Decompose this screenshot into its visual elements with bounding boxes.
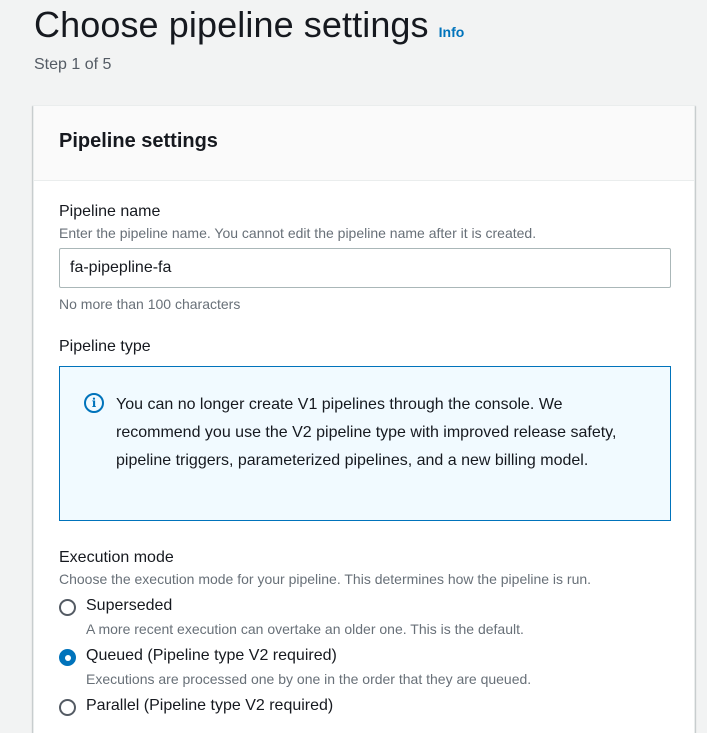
radio-label-superseded[interactable]: Superseded xyxy=(86,597,524,615)
info-circle-icon: i xyxy=(84,393,104,413)
radio-text: Parallel (Pipeline type V2 required) xyxy=(86,697,333,715)
pipeline-name-constraint: No more than 100 characters xyxy=(59,296,241,312)
radio-superseded[interactable] xyxy=(59,599,76,616)
radio-option-parallel[interactable]: Parallel (Pipeline type V2 required) xyxy=(59,697,669,716)
info-link[interactable]: Info xyxy=(439,24,465,40)
pipeline-name-field: Pipeline name Enter the pipeline name. Y… xyxy=(59,203,671,312)
alert-text: You can no longer create V1 pipelines th… xyxy=(116,396,617,469)
pipeline-name-description: Enter the pipeline name. You cannot edit… xyxy=(59,225,537,241)
panel-header: Pipeline settings xyxy=(34,106,694,181)
execution-mode-field: Execution mode Choose the execution mode… xyxy=(59,549,669,716)
radio-parallel[interactable] xyxy=(59,699,76,716)
page-title: Choose pipeline settings xyxy=(34,4,429,45)
radio-description-superseded: A more recent execution can overtake an … xyxy=(86,621,524,637)
page-header: Choose pipeline settings Info Step 1 of … xyxy=(34,2,694,74)
step-indicator: Step 1 of 5 xyxy=(34,56,112,73)
page: Choose pipeline settings Info Step 1 of … xyxy=(0,0,707,733)
pipeline-type-field: Pipeline type i You can no longer create… xyxy=(59,338,671,521)
pipeline-settings-panel: Pipeline settings Pipeline name Enter th… xyxy=(33,105,695,733)
radio-label-queued[interactable]: Queued (Pipeline type V2 required) xyxy=(86,647,531,665)
radio-text: Queued (Pipeline type V2 required) Execu… xyxy=(86,647,531,687)
radio-text: Superseded A more recent execution can o… xyxy=(86,597,524,637)
radio-option-superseded[interactable]: Superseded A more recent execution can o… xyxy=(59,597,669,637)
radio-description-queued: Executions are processed one by one in t… xyxy=(86,671,532,687)
panel-title: Pipeline settings xyxy=(59,130,218,152)
radio-label-parallel[interactable]: Parallel (Pipeline type V2 required) xyxy=(86,697,333,715)
panel-body: Pipeline name Enter the pipeline name. Y… xyxy=(34,181,694,716)
info-alert: i You can no longer create V1 pipelines … xyxy=(59,366,671,521)
pipeline-type-label: Pipeline type xyxy=(59,338,151,355)
title-row: Choose pipeline settings Info xyxy=(34,2,694,48)
radio-queued[interactable] xyxy=(59,649,76,666)
radio-option-queued[interactable]: Queued (Pipeline type V2 required) Execu… xyxy=(59,647,669,687)
pipeline-name-label: Pipeline name xyxy=(59,203,161,220)
execution-mode-description: Choose the execution mode for your pipel… xyxy=(59,571,592,587)
pipeline-name-input[interactable] xyxy=(59,248,671,288)
execution-mode-label: Execution mode xyxy=(59,549,174,566)
